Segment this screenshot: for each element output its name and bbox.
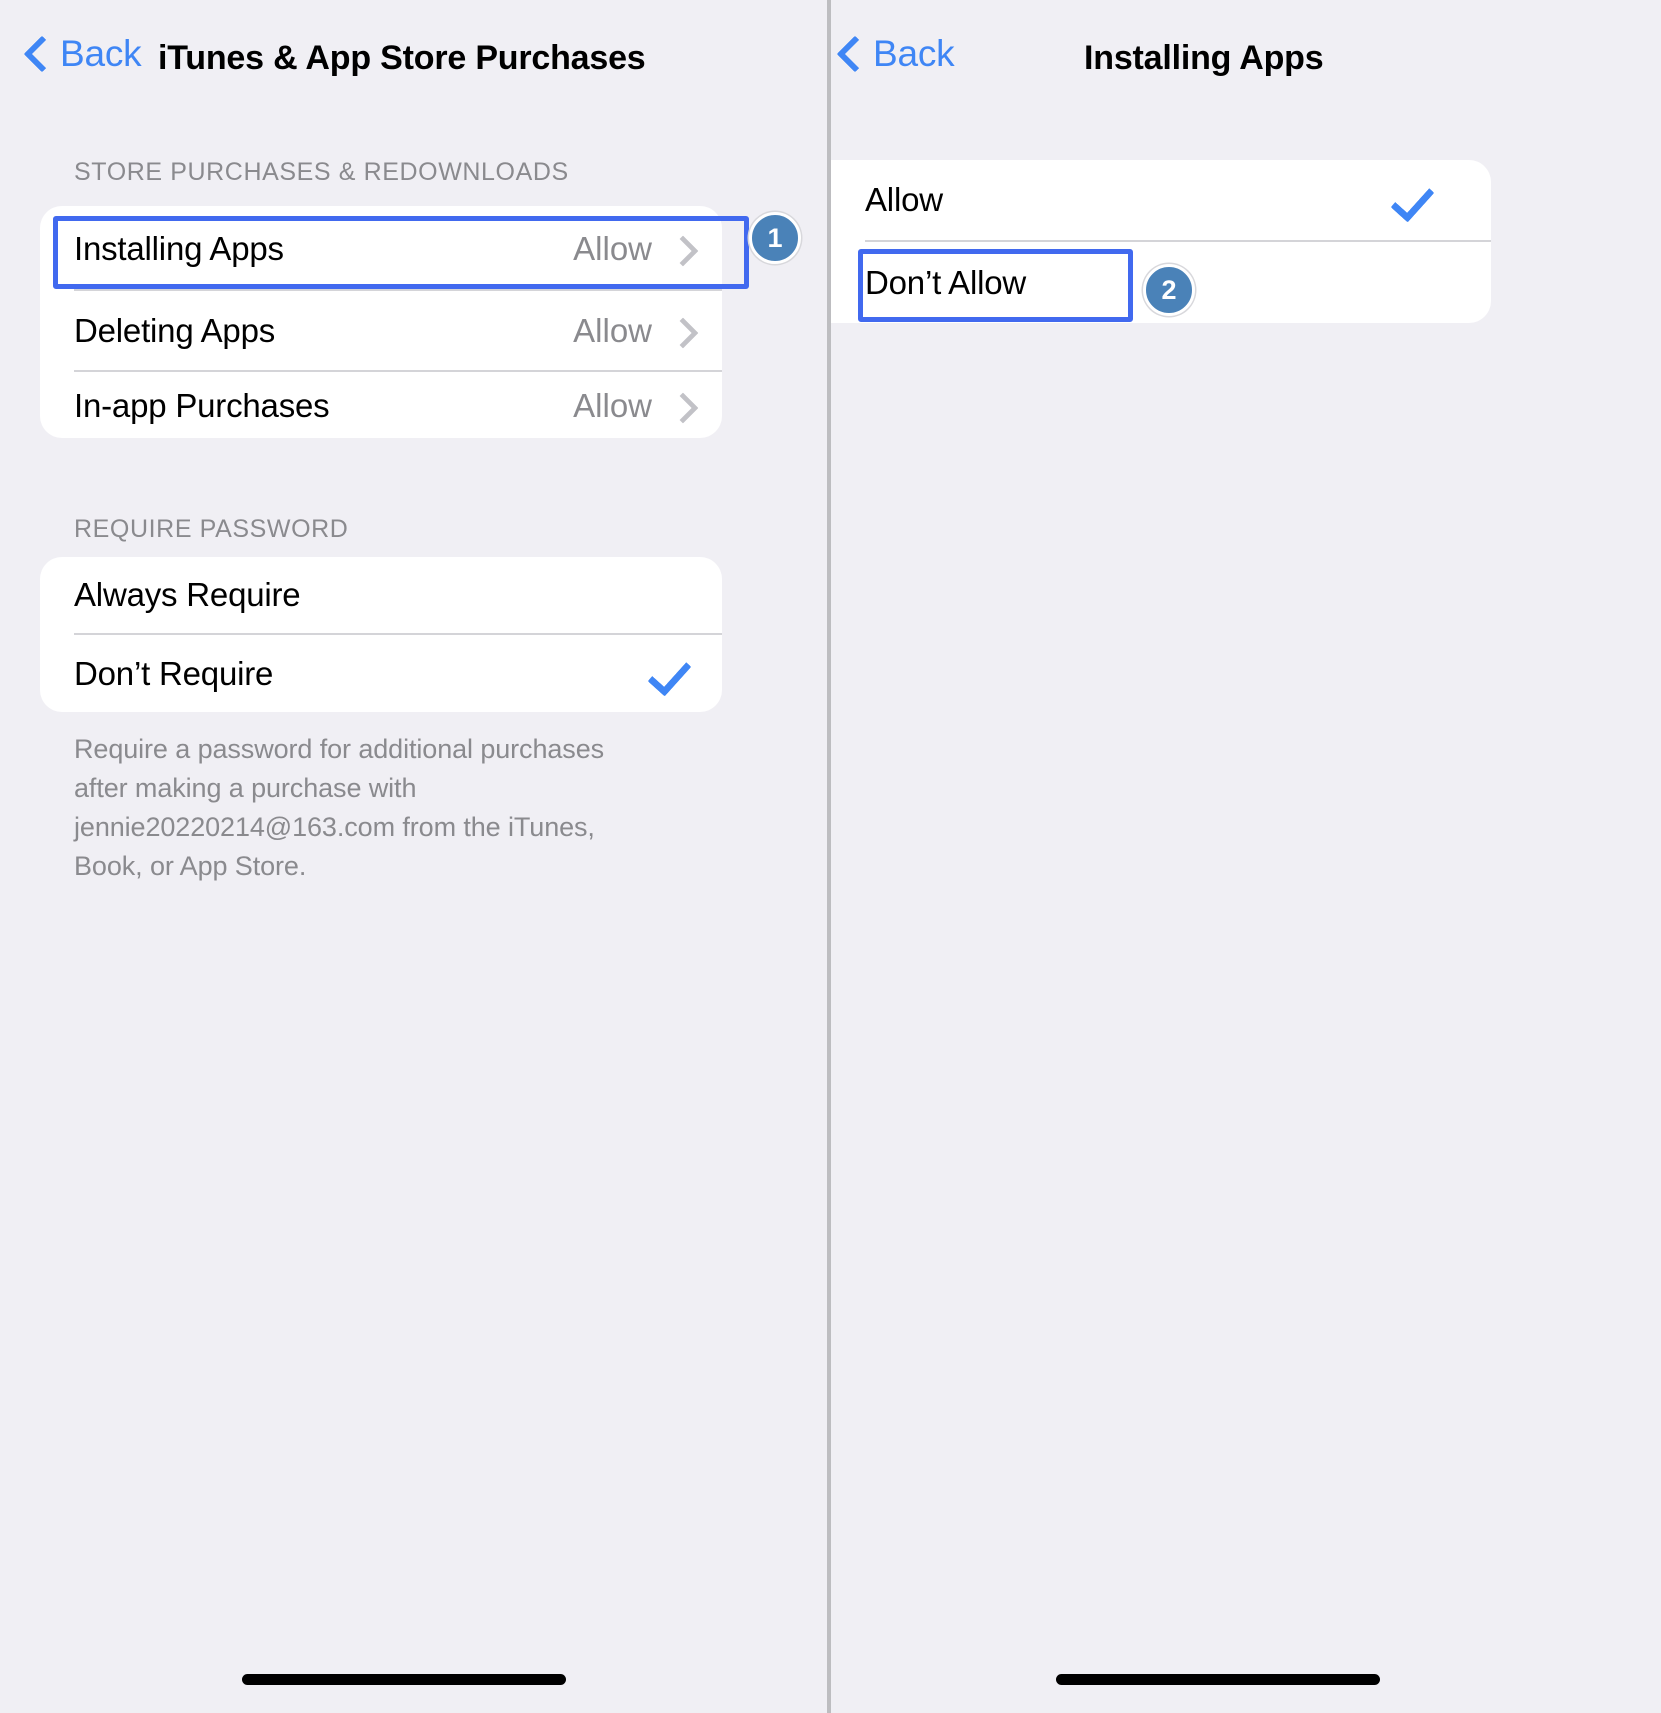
section-header-require-password: REQUIRE PASSWORD — [74, 515, 349, 543]
require-password-footer-note: Require a password for additional purcha… — [74, 734, 605, 881]
chevron-right-icon — [672, 235, 688, 263]
checkmark-icon — [648, 654, 688, 694]
row-label: In-app Purchases — [74, 387, 330, 424]
page-title: iTunes & App Store Purchases — [158, 39, 646, 77]
right-screen: Back Installing Apps Allow Don’t Allow 2 — [831, 0, 1661, 1713]
row-in-app-purchases[interactable]: In-app Purchases Allow — [40, 372, 722, 440]
row-value: Allow — [573, 387, 652, 424]
row-value: Allow — [573, 230, 652, 267]
store-purchases-card: Installing Apps Allow Deleting Apps Allo… — [40, 206, 722, 438]
back-button[interactable]: Back — [26, 32, 142, 74]
row-deleting-apps[interactable]: Deleting Apps Allow — [40, 291, 722, 370]
chevron-left-icon — [26, 34, 48, 72]
left-navigation-bar: Back iTunes & App Store Purchases — [0, 0, 827, 112]
back-button-label: Back — [873, 32, 955, 74]
require-password-card: Always Require Don’t Require — [40, 557, 722, 712]
left-screen: Back iTunes & App Store Purchases STORE … — [0, 0, 827, 1713]
row-label: Deleting Apps — [74, 311, 276, 349]
page-title: Installing Apps — [1084, 39, 1324, 77]
home-indicator — [1056, 1674, 1380, 1685]
section-header-store-purchases: STORE PURCHASES & REDOWNLOADS — [74, 158, 569, 186]
checkmark-icon — [1391, 180, 1431, 220]
step-badge-1: 1 — [749, 212, 801, 264]
option-label: Allow — [865, 181, 943, 218]
back-button-label: Back — [60, 32, 142, 74]
row-always-require[interactable]: Always Require — [40, 557, 722, 633]
row-dont-require[interactable]: Don’t Require — [40, 635, 722, 712]
step-badge-2: 2 — [1143, 264, 1195, 316]
chevron-right-icon — [672, 317, 688, 345]
chevron-left-icon — [839, 34, 861, 72]
option-allow[interactable]: Allow — [831, 160, 1491, 240]
dual-screenshot-container: Back iTunes & App Store Purchases STORE … — [0, 0, 1661, 1713]
row-label: Installing Apps — [74, 230, 284, 267]
row-installing-apps[interactable]: Installing Apps Allow — [40, 209, 722, 289]
back-button[interactable]: Back — [839, 32, 955, 74]
row-label: Always Require — [74, 576, 301, 613]
home-indicator — [242, 1674, 566, 1685]
row-value: Allow — [573, 311, 652, 349]
right-navigation-bar: Back Installing Apps — [831, 0, 1661, 112]
row-label: Don’t Require — [74, 654, 274, 692]
chevron-right-icon — [672, 392, 688, 420]
